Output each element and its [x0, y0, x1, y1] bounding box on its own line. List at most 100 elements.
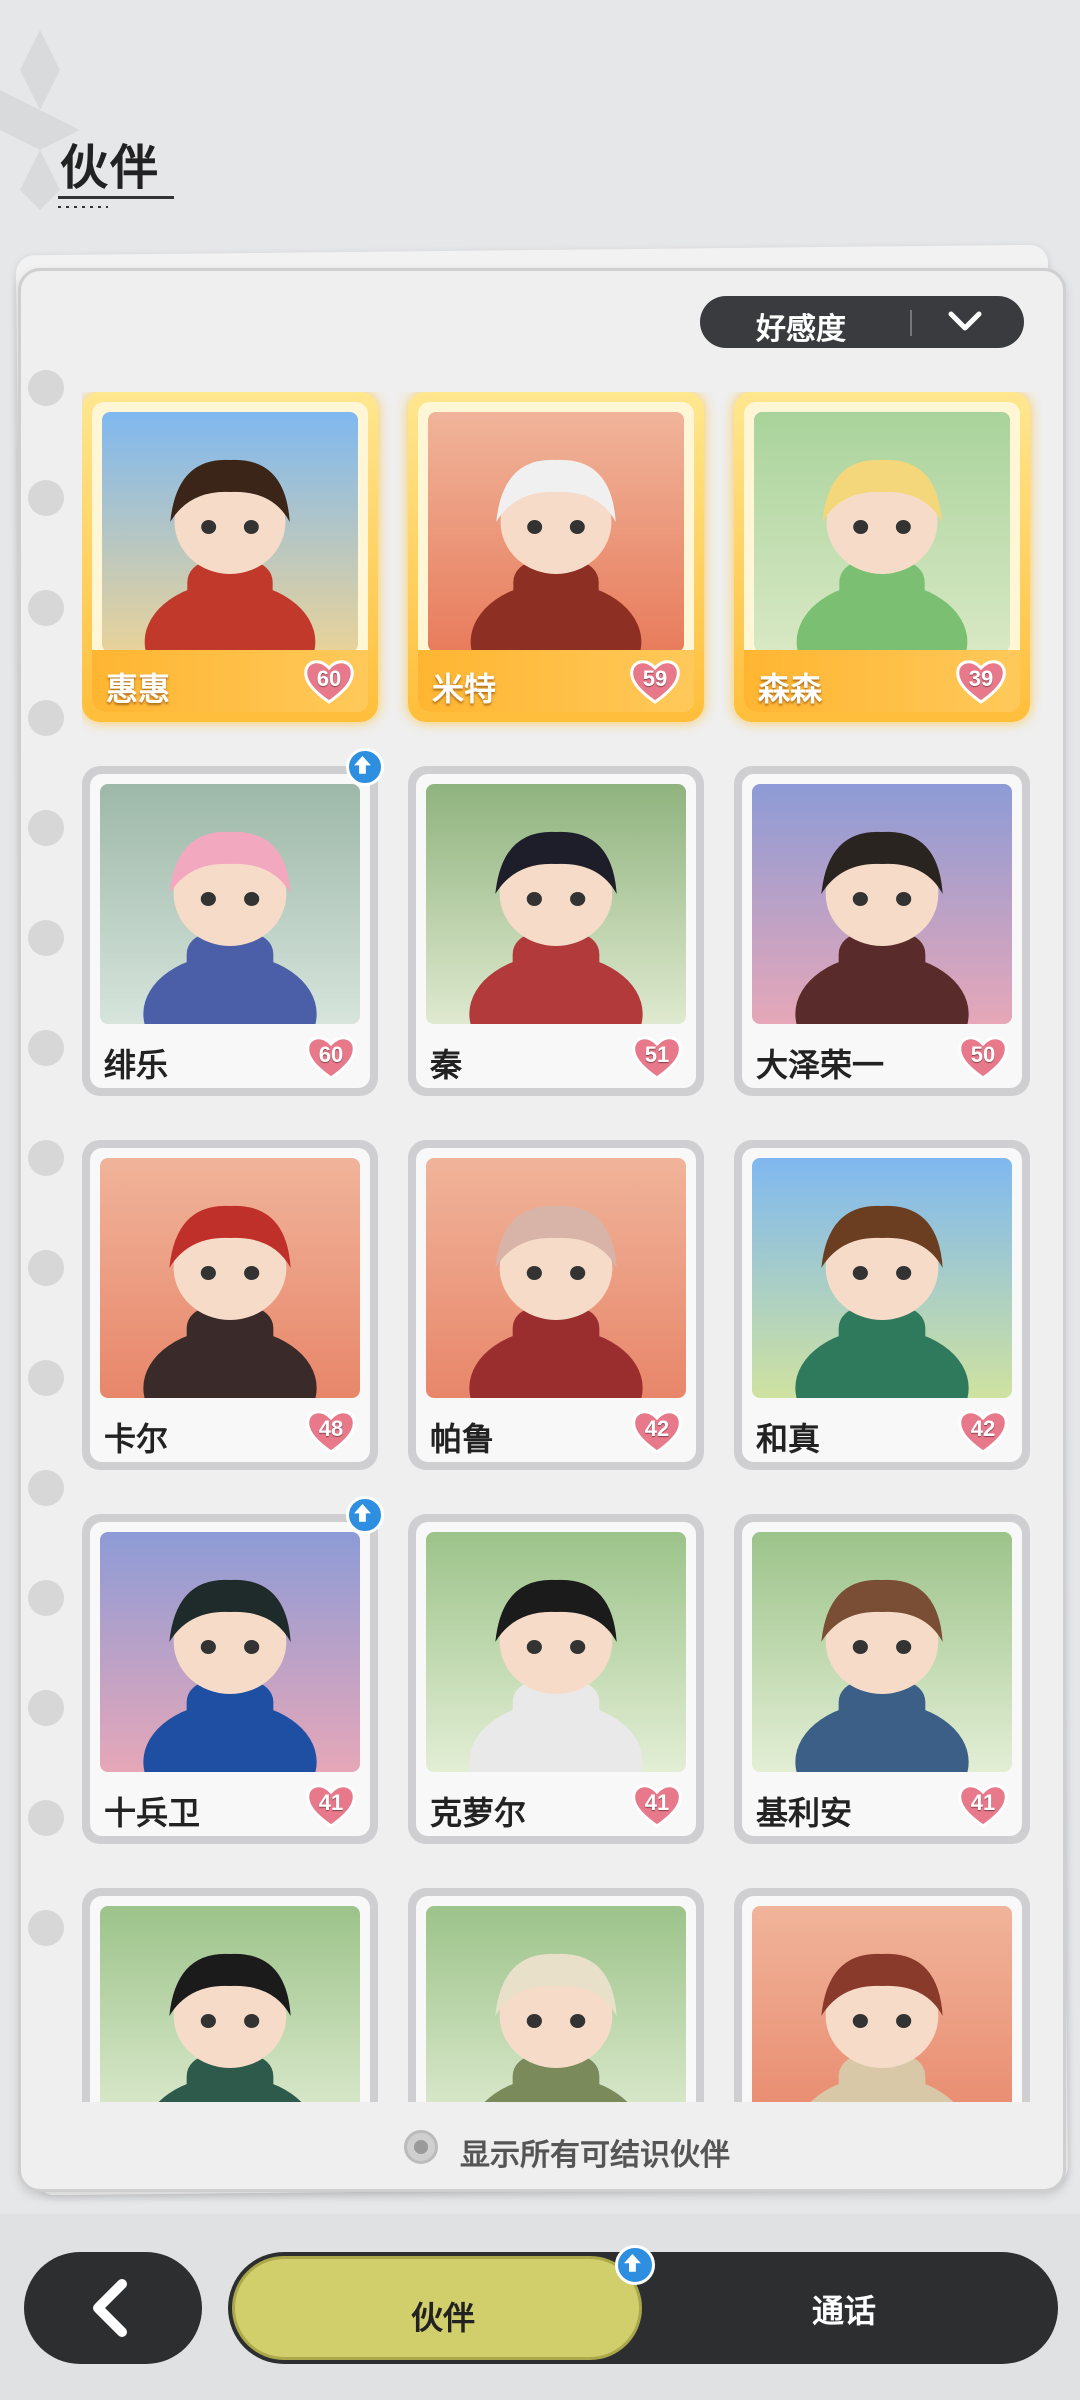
partner-name: 秦 — [430, 1047, 463, 1083]
partner-card[interactable] — [408, 1888, 704, 2102]
radio-button[interactable] — [404, 2130, 438, 2164]
partner-name-bar: 米特 59 — [418, 650, 694, 712]
affection-heart-icon: 41 — [630, 1780, 684, 1830]
partner-card[interactable]: 十兵卫 41 — [82, 1496, 384, 1844]
page-title: 伙伴 — [60, 142, 161, 195]
partner-name: 克萝尔 — [430, 1795, 527, 1831]
header: 伙伴 — [0, 0, 1080, 230]
back-arrow-icon — [93, 2279, 127, 2337]
affection-value: 50 — [970, 1042, 996, 1067]
partner-name-bar: 帕鲁 42 — [416, 1400, 696, 1462]
partner-name: 帕鲁 — [430, 1421, 495, 1457]
partner-name: 米特 — [432, 671, 497, 707]
partner-card[interactable]: 克萝尔 41 — [408, 1514, 704, 1844]
affection-value: 48 — [318, 1416, 344, 1441]
partner-name-bar: 秦 51 — [416, 1026, 696, 1088]
affection-heart-icon: 59 — [628, 656, 682, 706]
partner-card-inner: 秦 51 — [416, 774, 696, 1088]
partner-card-inner: 克萝尔 41 — [416, 1522, 696, 1836]
partner-card[interactable] — [734, 1888, 1030, 2102]
tab-partners-label: 伙伴 — [411, 2300, 476, 2336]
partner-name-bar: 惠惠 60 — [92, 650, 368, 712]
partner-portrait — [426, 784, 686, 1024]
back-button[interactable] — [24, 2252, 202, 2364]
partner-portrait — [752, 1158, 1012, 1398]
title-underline — [58, 196, 174, 199]
partner-card-inner — [416, 1896, 696, 2102]
affection-value: 60 — [316, 666, 342, 691]
partner-name-bar: 卡尔 48 — [90, 1400, 370, 1462]
partner-portrait — [754, 412, 1010, 652]
affection-heart-icon: 48 — [304, 1406, 358, 1456]
partner-card[interactable]: 米特 59 — [408, 392, 704, 722]
partner-portrait — [426, 1532, 686, 1772]
partner-card-inner: 森森 39 — [744, 402, 1020, 712]
affection-value: 51 — [644, 1042, 670, 1067]
toggle-label: 显示所有可结识伙伴 — [460, 2139, 730, 2172]
affection-heart-icon: 60 — [304, 1032, 358, 1082]
partner-portrait — [426, 1906, 686, 2102]
partner-name: 十兵卫 — [104, 1795, 201, 1831]
partner-portrait — [100, 1906, 360, 2102]
partner-name-bar: 绯乐 60 — [90, 1026, 370, 1088]
partner-card[interactable]: 森森 39 — [734, 392, 1030, 722]
tab-partners[interactable]: 伙伴 — [232, 2245, 655, 2360]
partner-portrait — [752, 784, 1012, 1024]
affection-heart-icon: 42 — [630, 1406, 684, 1456]
partner-card-inner: 和真 42 — [742, 1148, 1022, 1462]
partner-name: 和真 — [756, 1421, 821, 1457]
binder-holes — [28, 370, 68, 2020]
partner-card-inner: 米特 59 — [418, 402, 694, 712]
affection-heart-icon: 41 — [304, 1780, 358, 1830]
partner-card[interactable]: 大泽荣一 50 — [734, 766, 1030, 1096]
partner-card[interactable]: 绯乐 60 — [82, 748, 384, 1096]
affection-value: 60 — [318, 1042, 344, 1067]
partner-portrait — [752, 1532, 1012, 1772]
partner-card-inner: 大泽荣一 50 — [742, 774, 1022, 1088]
bottom-tabs: 伙伴 通话 — [228, 2245, 1058, 2364]
affection-value: 41 — [644, 1790, 670, 1815]
title-dots — [58, 206, 108, 208]
sort-label: 好感度 — [756, 313, 846, 346]
partner-card[interactable]: 基利安 41 — [734, 1514, 1030, 1844]
partner-name: 基利安 — [756, 1795, 853, 1831]
partner-card[interactable]: 惠惠 60 — [82, 392, 378, 722]
partner-card[interactable]: 秦 51 — [408, 766, 704, 1096]
partner-name-bar: 基利安 41 — [742, 1774, 1022, 1836]
affection-value: 41 — [970, 1790, 996, 1815]
sort-dropdown[interactable]: 好感度 — [700, 296, 1024, 348]
partner-card-inner: 惠惠 60 — [92, 402, 368, 712]
partner-portrait — [428, 412, 684, 652]
partner-card[interactable]: 和真 42 — [734, 1140, 1030, 1470]
partner-card[interactable] — [82, 1888, 378, 2102]
partner-name: 绯乐 — [104, 1047, 169, 1083]
affection-heart-icon: 39 — [954, 656, 1008, 706]
partner-name-bar: 和真 42 — [742, 1400, 1022, 1462]
partner-portrait — [100, 1532, 360, 1772]
affection-heart-icon: 50 — [956, 1032, 1010, 1082]
partner-name: 惠惠 — [106, 671, 171, 707]
affection-heart-icon: 41 — [956, 1780, 1010, 1830]
affection-value: 42 — [970, 1416, 996, 1441]
partner-portrait — [100, 784, 360, 1024]
partner-name-bar: 十兵卫 41 — [90, 1774, 370, 1836]
sort-divider — [910, 310, 912, 336]
partner-card-inner — [742, 1896, 1022, 2102]
partner-card-inner — [90, 1896, 370, 2102]
partner-card[interactable]: 帕鲁 42 — [408, 1140, 704, 1470]
tab-calls[interactable]: 通话 — [812, 2286, 876, 2332]
upgrade-arrow-icon — [615, 2245, 655, 2285]
partner-name-bar: 大泽荣一 50 — [742, 1026, 1022, 1088]
affection-value: 41 — [318, 1790, 344, 1815]
partner-name: 卡尔 — [104, 1421, 169, 1457]
partner-name: 大泽荣一 — [756, 1047, 885, 1083]
partner-portrait — [100, 1158, 360, 1398]
partner-card-inner: 帕鲁 42 — [416, 1148, 696, 1462]
partner-grid: 惠惠 60 米特 59 森森 39 绯乐 60 秦 51 大泽荣一 50 卡尔 48 帕鲁 42 和真 42 十兵卫… — [82, 392, 1042, 2102]
partner-card-inner: 绯乐 60 — [90, 774, 370, 1088]
partner-card-inner: 卡尔 48 — [90, 1148, 370, 1462]
upgrade-arrow-icon — [346, 748, 384, 786]
partner-card[interactable]: 卡尔 48 — [82, 1140, 378, 1470]
partner-card-inner: 十兵卫 41 — [90, 1522, 370, 1836]
affection-value: 39 — [968, 666, 994, 691]
